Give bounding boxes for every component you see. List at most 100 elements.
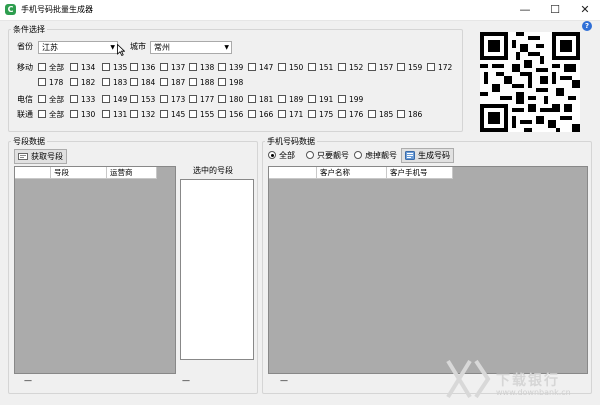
- prefix-label: 199: [349, 95, 364, 104]
- checkbox-prefix[interactable]: 133: [70, 94, 95, 106]
- maximize-button[interactable]: ☐: [540, 0, 570, 20]
- checkbox-prefix[interactable]: 147: [248, 62, 273, 74]
- column-header[interactable]: 运营商: [107, 167, 157, 179]
- watermark-url: www.downbank.cn: [496, 388, 571, 397]
- title-bar: C 手机号码批量生成器 — ☐ ✕: [0, 0, 600, 21]
- checkbox-prefix[interactable]: 145: [160, 109, 185, 121]
- checkbox-prefix[interactable]: 171: [278, 109, 303, 121]
- checkbox-prefix[interactable]: 172: [427, 62, 452, 74]
- checkbox-prefix[interactable]: 159: [397, 62, 422, 74]
- prefix-label: 185: [379, 110, 394, 119]
- prefix-label: 159: [408, 63, 423, 72]
- prefix-label: 135: [113, 63, 128, 72]
- checkbox-box: [38, 63, 46, 71]
- mouse-cursor-icon: [117, 44, 125, 56]
- column-header[interactable]: 客户手机号: [387, 167, 453, 179]
- phones-legend: 手机号码数据: [267, 137, 315, 146]
- province-label: 省份: [17, 42, 33, 51]
- minimize-button[interactable]: —: [510, 0, 540, 20]
- checkbox-prefix[interactable]: 178: [38, 77, 63, 89]
- generate-numbers-label: 生成号码: [418, 151, 450, 160]
- close-button[interactable]: ✕: [570, 0, 600, 20]
- checkbox-prefix[interactable]: 131: [102, 109, 127, 121]
- fetch-segments-button[interactable]: 获取号段: [14, 149, 67, 164]
- checkbox-prefix[interactable]: 176: [338, 109, 363, 121]
- checkbox-prefix[interactable]: 137: [160, 62, 185, 74]
- radio-label: 只要靓号: [317, 151, 349, 160]
- radio-all[interactable]: 全部: [268, 150, 295, 162]
- checkbox-prefix[interactable]: 138: [189, 62, 214, 74]
- generate-numbers-button[interactable]: 生成号码: [401, 148, 454, 163]
- checkbox-prefix[interactable]: 199: [338, 94, 363, 106]
- radio-filter-premium[interactable]: 虑掉靓号: [354, 150, 397, 162]
- prefix-label: 189: [289, 95, 304, 104]
- prefix-label: 180: [229, 95, 244, 104]
- checkbox-prefix[interactable]: 189: [278, 94, 303, 106]
- prefix-label: 145: [171, 110, 186, 119]
- chevron-down-icon: ▼: [110, 44, 115, 51]
- checkbox-mobile-all[interactable]: 全部: [38, 62, 64, 74]
- checkbox-prefix[interactable]: 139: [218, 62, 243, 74]
- prefix-label: 177: [200, 95, 215, 104]
- checkbox-prefix[interactable]: 188: [189, 77, 214, 89]
- checkbox-prefix[interactable]: 155: [189, 109, 214, 121]
- city-select[interactable]: 常州 ▼: [150, 41, 232, 54]
- prefix-label: 172: [438, 63, 453, 72]
- prefix-label: 187: [171, 78, 186, 87]
- prefix-label: 166: [259, 110, 274, 119]
- prefix-label: 156: [229, 110, 244, 119]
- prefix-label: 138: [200, 63, 215, 72]
- phones-table[interactable]: 客户名称 客户手机号: [268, 166, 588, 374]
- checkbox-prefix[interactable]: 177: [189, 94, 214, 106]
- radio-dot: [306, 151, 314, 159]
- checkbox-prefix[interactable]: 186: [397, 109, 422, 121]
- checkbox-prefix[interactable]: 184: [130, 77, 155, 89]
- checkbox-label: 全部: [49, 110, 64, 119]
- prefix-label: 173: [171, 95, 186, 104]
- prefix-label: 198: [229, 78, 244, 87]
- prefix-label: 153: [141, 95, 156, 104]
- checkbox-telecom-all[interactable]: 全部: [38, 94, 64, 106]
- checkbox-prefix[interactable]: 156: [218, 109, 243, 121]
- province-select[interactable]: 江苏 ▼: [38, 41, 118, 54]
- qr-code-icon: [480, 32, 580, 132]
- checkbox-unicom-all[interactable]: 全部: [38, 109, 64, 121]
- prefix-label: 186: [408, 110, 423, 119]
- radio-only-premium[interactable]: 只要靓号: [306, 150, 349, 162]
- prefix-label: 149: [113, 95, 128, 104]
- column-header[interactable]: 客户名称: [317, 167, 387, 179]
- checkbox-prefix[interactable]: 183: [102, 77, 127, 89]
- checkbox-label: 全部: [49, 95, 64, 104]
- checkbox-prefix[interactable]: 182: [70, 77, 95, 89]
- prefix-label: 133: [81, 95, 96, 104]
- checkbox-prefix[interactable]: 135: [102, 62, 127, 74]
- checkbox-prefix[interactable]: 157: [368, 62, 393, 74]
- checkbox-prefix[interactable]: 150: [278, 62, 303, 74]
- column-header[interactable]: 号段: [51, 167, 107, 179]
- checkbox-prefix[interactable]: 136: [130, 62, 155, 74]
- segments-table[interactable]: 号段 运营商: [14, 166, 176, 374]
- checkbox-prefix[interactable]: 181: [248, 94, 273, 106]
- prefix-label: 191: [319, 95, 334, 104]
- checkbox-prefix[interactable]: 185: [368, 109, 393, 121]
- operator-label-telecom: 电信: [17, 95, 33, 104]
- checkbox-prefix[interactable]: 153: [130, 94, 155, 106]
- selected-status: —: [182, 376, 190, 385]
- checkbox-prefix[interactable]: 134: [70, 62, 95, 74]
- generate-icon: [405, 151, 415, 160]
- checkbox-prefix[interactable]: 198: [218, 77, 243, 89]
- checkbox-prefix[interactable]: 175: [308, 109, 333, 121]
- checkbox-prefix[interactable]: 149: [102, 94, 127, 106]
- checkbox-prefix[interactable]: 180: [218, 94, 243, 106]
- checkbox-prefix[interactable]: 187: [160, 77, 185, 89]
- checkbox-prefix[interactable]: 132: [130, 109, 155, 121]
- conditions-legend: 条件选择: [13, 25, 45, 34]
- checkbox-prefix[interactable]: 191: [308, 94, 333, 106]
- selected-segments-list[interactable]: [180, 179, 254, 360]
- checkbox-prefix[interactable]: 166: [248, 109, 273, 121]
- checkbox-prefix[interactable]: 151: [308, 62, 333, 74]
- checkbox-prefix[interactable]: 130: [70, 109, 95, 121]
- checkbox-prefix[interactable]: 152: [338, 62, 363, 74]
- checkbox-prefix[interactable]: 173: [160, 94, 185, 106]
- help-icon[interactable]: ?: [582, 21, 592, 31]
